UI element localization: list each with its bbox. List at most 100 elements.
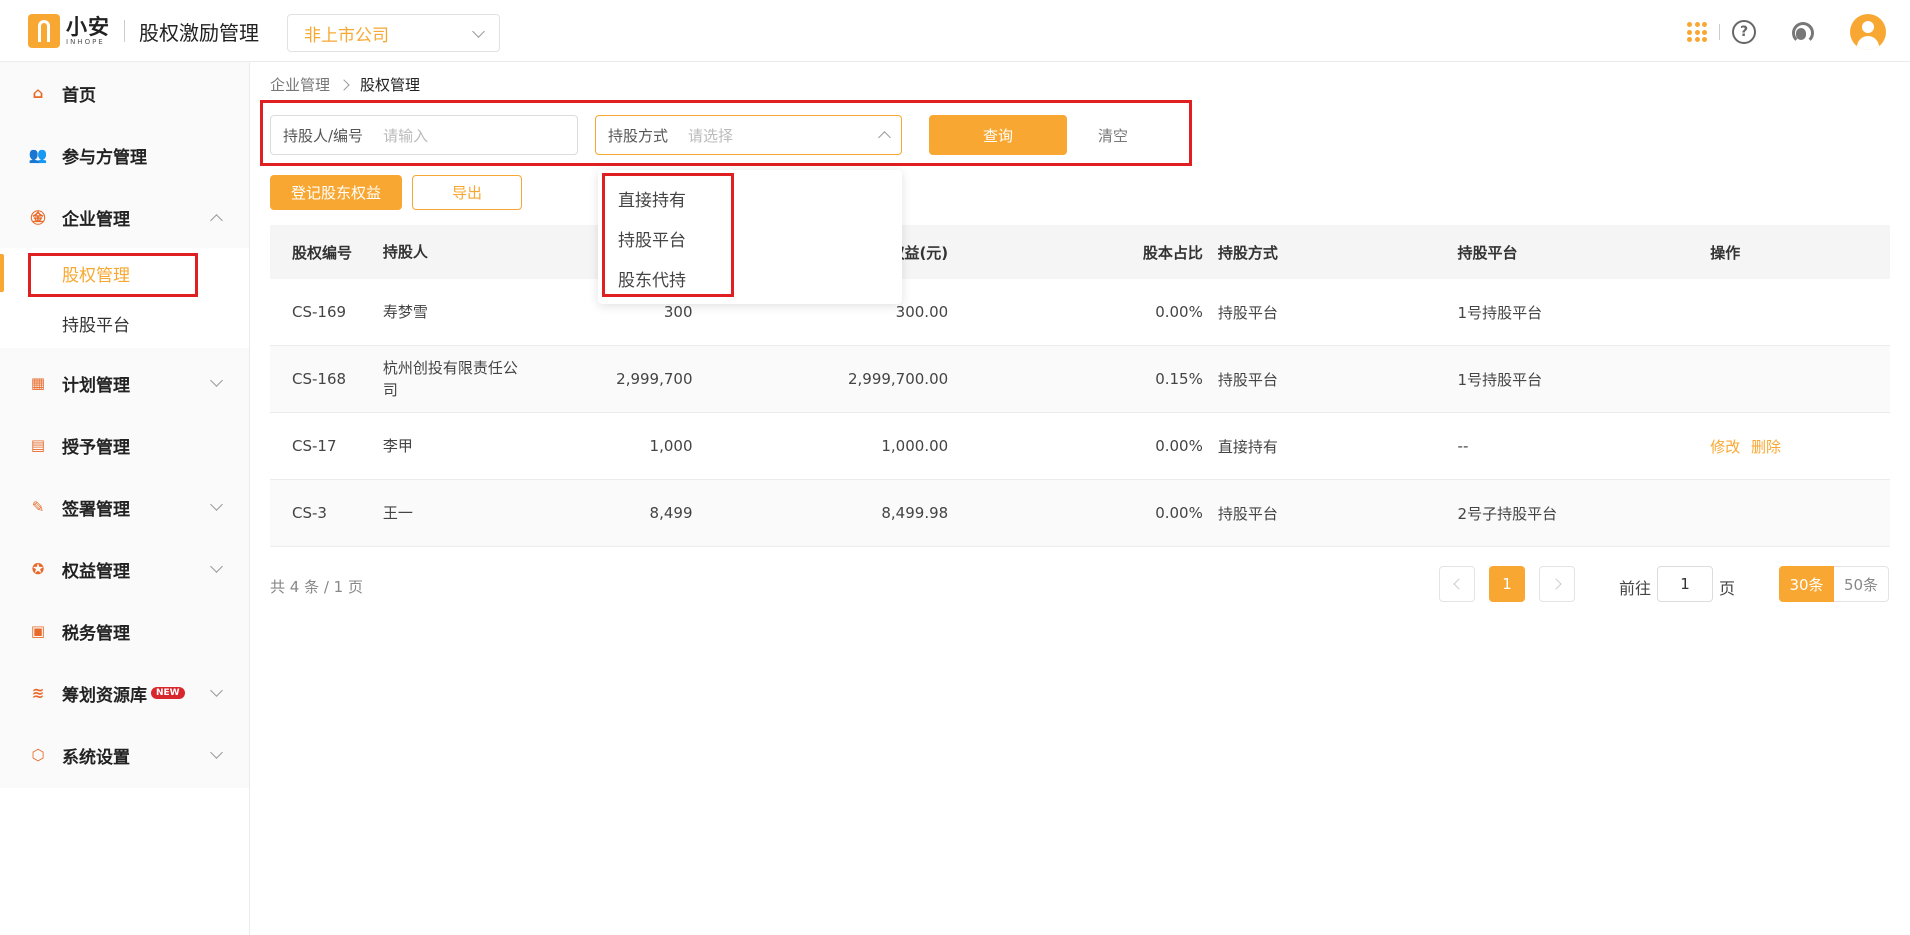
sidebar-item-enterprise[interactable]: ㊎ 企业管理 xyxy=(0,186,249,248)
dropdown-option[interactable]: 股东代持 xyxy=(618,266,686,291)
cell-platform: -- xyxy=(1457,437,1469,455)
cell-id: CS-168 xyxy=(292,370,347,388)
cell-method: 持股平台 xyxy=(1217,370,1278,389)
customer-service-icon[interactable] xyxy=(1790,20,1814,44)
cell-holder: 杭州创投有限责任公司 xyxy=(382,359,518,399)
layers-icon: ≋ xyxy=(31,684,45,702)
header-cell: 股权编号 xyxy=(292,243,353,262)
cell-equity: 8,499.98 xyxy=(881,504,949,522)
pen-icon: ✎ xyxy=(31,498,45,516)
company-type-select[interactable]: 非上市公司 xyxy=(287,14,500,52)
cell-shares: 2,999,700 xyxy=(616,370,693,388)
sidebar-item-label: 筹划资源库 xyxy=(62,685,147,706)
divider xyxy=(1719,24,1720,40)
chevron-left-icon xyxy=(1452,578,1465,590)
app-title: 股权激励管理 xyxy=(139,20,259,45)
holding-method-input[interactable]: 请选择 xyxy=(688,125,880,146)
cell-id: CS-169 xyxy=(292,303,347,321)
users-icon: 👥 xyxy=(28,146,48,164)
user-avatar[interactable] xyxy=(1850,14,1886,50)
sidebar-item-signing[interactable]: ✎ 签署管理 xyxy=(0,476,249,538)
holding-method-select[interactable]: 持股方式 请选择 xyxy=(595,115,902,155)
cell-id: CS-17 xyxy=(292,437,337,455)
dropdown-option[interactable]: 直接持有 xyxy=(618,186,686,211)
delete-link[interactable]: 删除 xyxy=(1751,438,1781,456)
sidebar-subitem-label: 持股平台 xyxy=(62,315,130,336)
page-size-50[interactable]: 50条 xyxy=(1834,566,1889,602)
sidebar-item-grant[interactable]: ▤ 授予管理 xyxy=(0,414,249,476)
sidebar-item-resources[interactable]: ≋ 筹划资源库 NEW xyxy=(0,662,249,724)
sidebar-menu: ⌂ 首页 👥 参与方管理 ㊎ 企业管理 股权管理 持股平台 ▦ 计划管理 ▤ 授… xyxy=(0,62,249,788)
chevron-up-icon xyxy=(878,130,891,144)
apps-grid-icon[interactable] xyxy=(1687,22,1707,42)
equity-table: 股权编号 持股人 权益(元) 股本占比 持股方式 持股平台 操作 CS-169 … xyxy=(270,225,1890,547)
holding-method-dropdown: 直接持有 持股平台 股东代持 xyxy=(598,170,902,304)
chevron-down-icon xyxy=(210,746,223,759)
sidebar-item-rights[interactable]: ✪ 权益管理 xyxy=(0,538,249,600)
holder-input[interactable]: 请输入 xyxy=(383,125,565,146)
sidebar-item-label: 首页 xyxy=(62,85,96,106)
table-row: CS-17 李甲 1,000 1,000.00 0.00% 直接持有 -- 修改… xyxy=(270,413,1890,480)
enterprise-icon: ㊎ xyxy=(30,208,46,227)
holder-search-field[interactable]: 持股人/编号 请输入 xyxy=(270,115,578,155)
sidebar-item-participants[interactable]: 👥 参与方管理 xyxy=(0,124,249,186)
company-type-value: 非上市公司 xyxy=(304,25,389,46)
table-header: 股权编号 持股人 权益(元) 股本占比 持股方式 持股平台 操作 xyxy=(270,225,1890,279)
goto-page-input[interactable]: 1 xyxy=(1657,566,1713,602)
header-cell: 持股人 xyxy=(382,243,428,261)
page-size-30[interactable]: 30条 xyxy=(1779,566,1834,602)
cell-holder: 寿梦雪 xyxy=(382,303,428,321)
cell-method: 直接持有 xyxy=(1217,437,1278,456)
highlight-box xyxy=(28,253,198,297)
chevron-down-icon xyxy=(210,498,223,511)
cell-holder: 王一 xyxy=(382,504,413,522)
chevron-down-icon xyxy=(210,374,223,387)
sidebar-item-label: 税务管理 xyxy=(62,623,130,644)
sidebar-subitem-platform[interactable]: 持股平台 xyxy=(0,298,249,348)
holding-method-label: 持股方式 xyxy=(608,126,669,145)
export-button[interactable]: 导出 xyxy=(412,175,522,210)
header-cell: 操作 xyxy=(1710,243,1741,262)
grant-icon: ▤ xyxy=(30,436,46,454)
help-icon[interactable]: ? xyxy=(1732,20,1756,44)
tax-icon: ▣ xyxy=(30,622,46,640)
cell-platform: 2号子持股平台 xyxy=(1457,504,1558,523)
top-header: 小安 INHOPE 股权激励管理 非上市公司 ? xyxy=(0,0,1910,62)
sidebar-item-label: 企业管理 xyxy=(62,209,130,230)
cell-ratio: 0.00% xyxy=(1155,303,1203,321)
dropdown-option[interactable]: 持股平台 xyxy=(618,226,686,251)
pagination-total: 共 4 条 / 1 页 xyxy=(270,578,363,596)
breadcrumb: 企业管理 股权管理 xyxy=(270,74,420,95)
sidebar-item-label: 计划管理 xyxy=(62,375,130,396)
chevron-right-icon xyxy=(338,78,350,91)
chevron-up-icon xyxy=(210,214,223,227)
sidebar-item-settings[interactable]: ⬡ 系统设置 xyxy=(0,724,249,786)
plan-icon: ▦ xyxy=(30,374,46,392)
cell-id: CS-3 xyxy=(292,504,327,522)
cell-shares: 1,000 xyxy=(649,437,693,455)
query-button[interactable]: 查询 xyxy=(929,115,1067,155)
cell-method: 持股平台 xyxy=(1217,504,1278,523)
sidebar-item-plan[interactable]: ▦ 计划管理 xyxy=(0,352,249,414)
cell-method: 持股平台 xyxy=(1217,303,1278,322)
cell-holder: 李甲 xyxy=(382,437,413,455)
logo[interactable]: 小安 INHOPE 股权激励管理 xyxy=(28,14,259,48)
clear-button[interactable]: 清空 xyxy=(1093,115,1133,155)
cell-ratio: 0.00% xyxy=(1155,504,1203,522)
goto-prefix: 前往 xyxy=(1619,579,1652,598)
chevron-down-icon xyxy=(210,560,223,573)
sidebar-item-home[interactable]: ⌂ 首页 xyxy=(0,62,249,124)
page-number-current[interactable]: 1 xyxy=(1489,566,1525,602)
next-page-button[interactable] xyxy=(1539,566,1575,602)
holder-label: 持股人/编号 xyxy=(283,126,364,145)
register-equity-button[interactable]: 登记股东权益 xyxy=(270,175,402,210)
breadcrumb-current: 股权管理 xyxy=(360,76,421,94)
sidebar-item-label: 授予管理 xyxy=(62,437,130,458)
sidebar-item-tax[interactable]: ▣ 税务管理 xyxy=(0,600,249,662)
breadcrumb-parent[interactable]: 企业管理 xyxy=(270,74,330,95)
edit-link[interactable]: 修改 xyxy=(1710,438,1740,456)
table-row: CS-3 王一 8,499 8,499.98 0.00% 持股平台 2号子持股平… xyxy=(270,480,1890,547)
table-row: CS-168 杭州创投有限责任公司 2,999,700 2,999,700.00… xyxy=(270,346,1890,413)
cell-shares: 8,499 xyxy=(649,504,693,522)
prev-page-button[interactable] xyxy=(1439,566,1475,602)
